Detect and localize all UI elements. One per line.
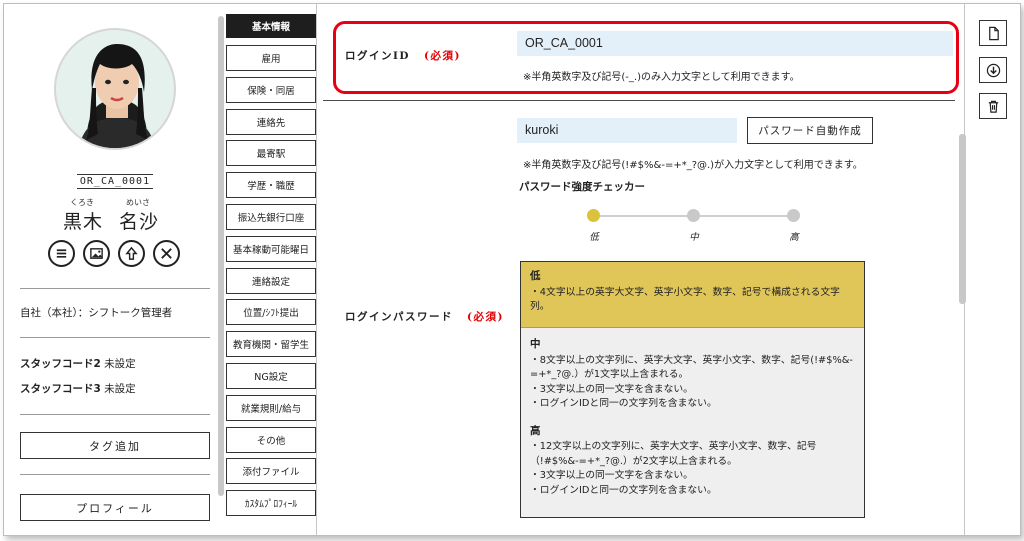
strength-dot-mid bbox=[687, 209, 700, 222]
tool-panel bbox=[964, 4, 1020, 535]
tab-10[interactable]: 教育機関・留学生 bbox=[226, 331, 316, 358]
image-icon bbox=[90, 248, 103, 259]
tab-2[interactable]: 保険・同居 bbox=[226, 76, 316, 103]
tab-7[interactable]: 基本稼動可能曜日 bbox=[226, 235, 316, 262]
rules-high: 高 ・12文字以上の文字列に、英字大文字、英字小文字、数字、記号（!#$%&-=… bbox=[530, 424, 817, 496]
tab-9[interactable]: 位置/ｼﾌﾄ提出 bbox=[226, 299, 316, 326]
divider bbox=[20, 337, 210, 338]
name-last: 黒木 bbox=[62, 211, 103, 233]
profile-panel: OR_CA_0001 くろき めいさ 黒木 名沙 自社（本社）：シフトーク管理者 … bbox=[4, 4, 218, 535]
required-mark: (必須) bbox=[467, 311, 504, 323]
strength-label-high: 高 bbox=[789, 232, 799, 243]
staff-code-3: スタッフコード3 未設定 bbox=[20, 383, 136, 395]
strength-dot-high bbox=[787, 209, 800, 222]
rules-low: 低 ・4文字以上の英字大文字、英字小文字、数字、記号で構成される文字列。 bbox=[521, 262, 864, 328]
strength-dot-low bbox=[587, 209, 600, 222]
staff-code-2: スタッフコード2 未設定 bbox=[20, 358, 136, 370]
rules-mid: 中 ・8文字以上の文字列に、英字大文字、英字小文字、数字、記号(!#$%&-=+… bbox=[530, 338, 853, 409]
login-id-label: ログインID (必須) bbox=[345, 50, 461, 62]
password-label: ログインパスワード (必須) bbox=[345, 311, 504, 323]
close-icon bbox=[161, 248, 172, 259]
login-id-input[interactable]: OR_CA_0001 bbox=[517, 31, 953, 56]
new-document-icon bbox=[988, 26, 999, 40]
download-button[interactable] bbox=[979, 57, 1007, 83]
tab-8[interactable]: 連絡設定 bbox=[226, 267, 316, 294]
divider bbox=[20, 288, 210, 289]
trash-button[interactable] bbox=[979, 93, 1007, 119]
required-mark: (必須) bbox=[424, 50, 461, 62]
tab-12[interactable]: 就業規則/給与 bbox=[226, 394, 316, 421]
divider bbox=[20, 474, 210, 475]
tab-0[interactable]: 基本情報 bbox=[226, 14, 316, 38]
add-tag-button[interactable]: タグ追加 bbox=[20, 432, 210, 459]
tab-13[interactable]: その他 bbox=[226, 426, 316, 453]
tab-6[interactable]: 振込先銀行口座 bbox=[226, 203, 316, 230]
separator bbox=[323, 100, 955, 101]
menu-icon bbox=[56, 249, 67, 258]
section-tabs: 基本情報雇用保険・同居連絡先最寄駅学歴・職歴振込先銀行口座 基本稼動可能曜日 連絡設… bbox=[226, 14, 316, 534]
strength-checker-title: パスワード強度チェッカー bbox=[519, 181, 645, 193]
menu-button[interactable] bbox=[48, 240, 75, 267]
name-first: 名沙 bbox=[119, 211, 160, 233]
upload-icon bbox=[125, 246, 138, 260]
generate-password-button[interactable]: パスワード自動作成 bbox=[747, 117, 873, 144]
image-button[interactable] bbox=[83, 240, 110, 267]
strength-rules: 低 ・4文字以上の英字大文字、英字小文字、数字、記号で構成される文字列。 中 ・… bbox=[520, 261, 865, 518]
profile-button[interactable]: プロフィール bbox=[20, 494, 210, 521]
tab-1[interactable]: 雇用 bbox=[226, 45, 316, 71]
password-input[interactable]: kuroki bbox=[517, 118, 737, 143]
strength-label-low: 低 bbox=[589, 232, 599, 243]
tab-11[interactable]: NG設定 bbox=[226, 362, 316, 389]
staff-id: OR_CA_0001 bbox=[77, 174, 153, 189]
tab-3[interactable]: 連絡先 bbox=[226, 108, 316, 135]
profile-actions bbox=[48, 240, 180, 267]
new-document-button[interactable] bbox=[979, 20, 1007, 46]
tab-15[interactable]: ｶｽﾀﾑﾌﾟﾛﾌｨｰﾙ bbox=[226, 490, 316, 517]
left-scrollbar[interactable] bbox=[218, 16, 224, 496]
delete-button[interactable] bbox=[153, 240, 180, 267]
upload-button[interactable] bbox=[118, 240, 145, 267]
login-id-note: ※半角英数字及び記号(-_.)のみ入力文字として利用できます。 bbox=[523, 72, 800, 83]
password-note: ※半角英数字及び記号(!#$%&-=+*_?@.)が入力文字として利用できます。 bbox=[523, 160, 863, 171]
tab-14[interactable]: 添付ファイル bbox=[226, 458, 316, 485]
affiliation: 自社（本社）：シフトーク管理者 bbox=[20, 307, 173, 319]
divider bbox=[20, 414, 210, 415]
trash-icon bbox=[988, 100, 998, 113]
download-icon bbox=[986, 63, 1000, 77]
app-frame: OR_CA_0001 くろき めいさ 黒木 名沙 自社（本社）：シフトーク管理者 … bbox=[3, 3, 1021, 536]
tab-4[interactable]: 最寄駅 bbox=[226, 140, 316, 167]
main-form: ログインID (必須) OR_CA_0001 ※半角英数字及び記号(-_.)のみ入… bbox=[316, 4, 966, 535]
avatar bbox=[54, 28, 176, 150]
tab-5[interactable]: 学歴・職歴 bbox=[226, 172, 316, 199]
strength-label-mid: 中 bbox=[689, 232, 699, 243]
staff-name: 黒木 名沙 bbox=[4, 207, 218, 234]
